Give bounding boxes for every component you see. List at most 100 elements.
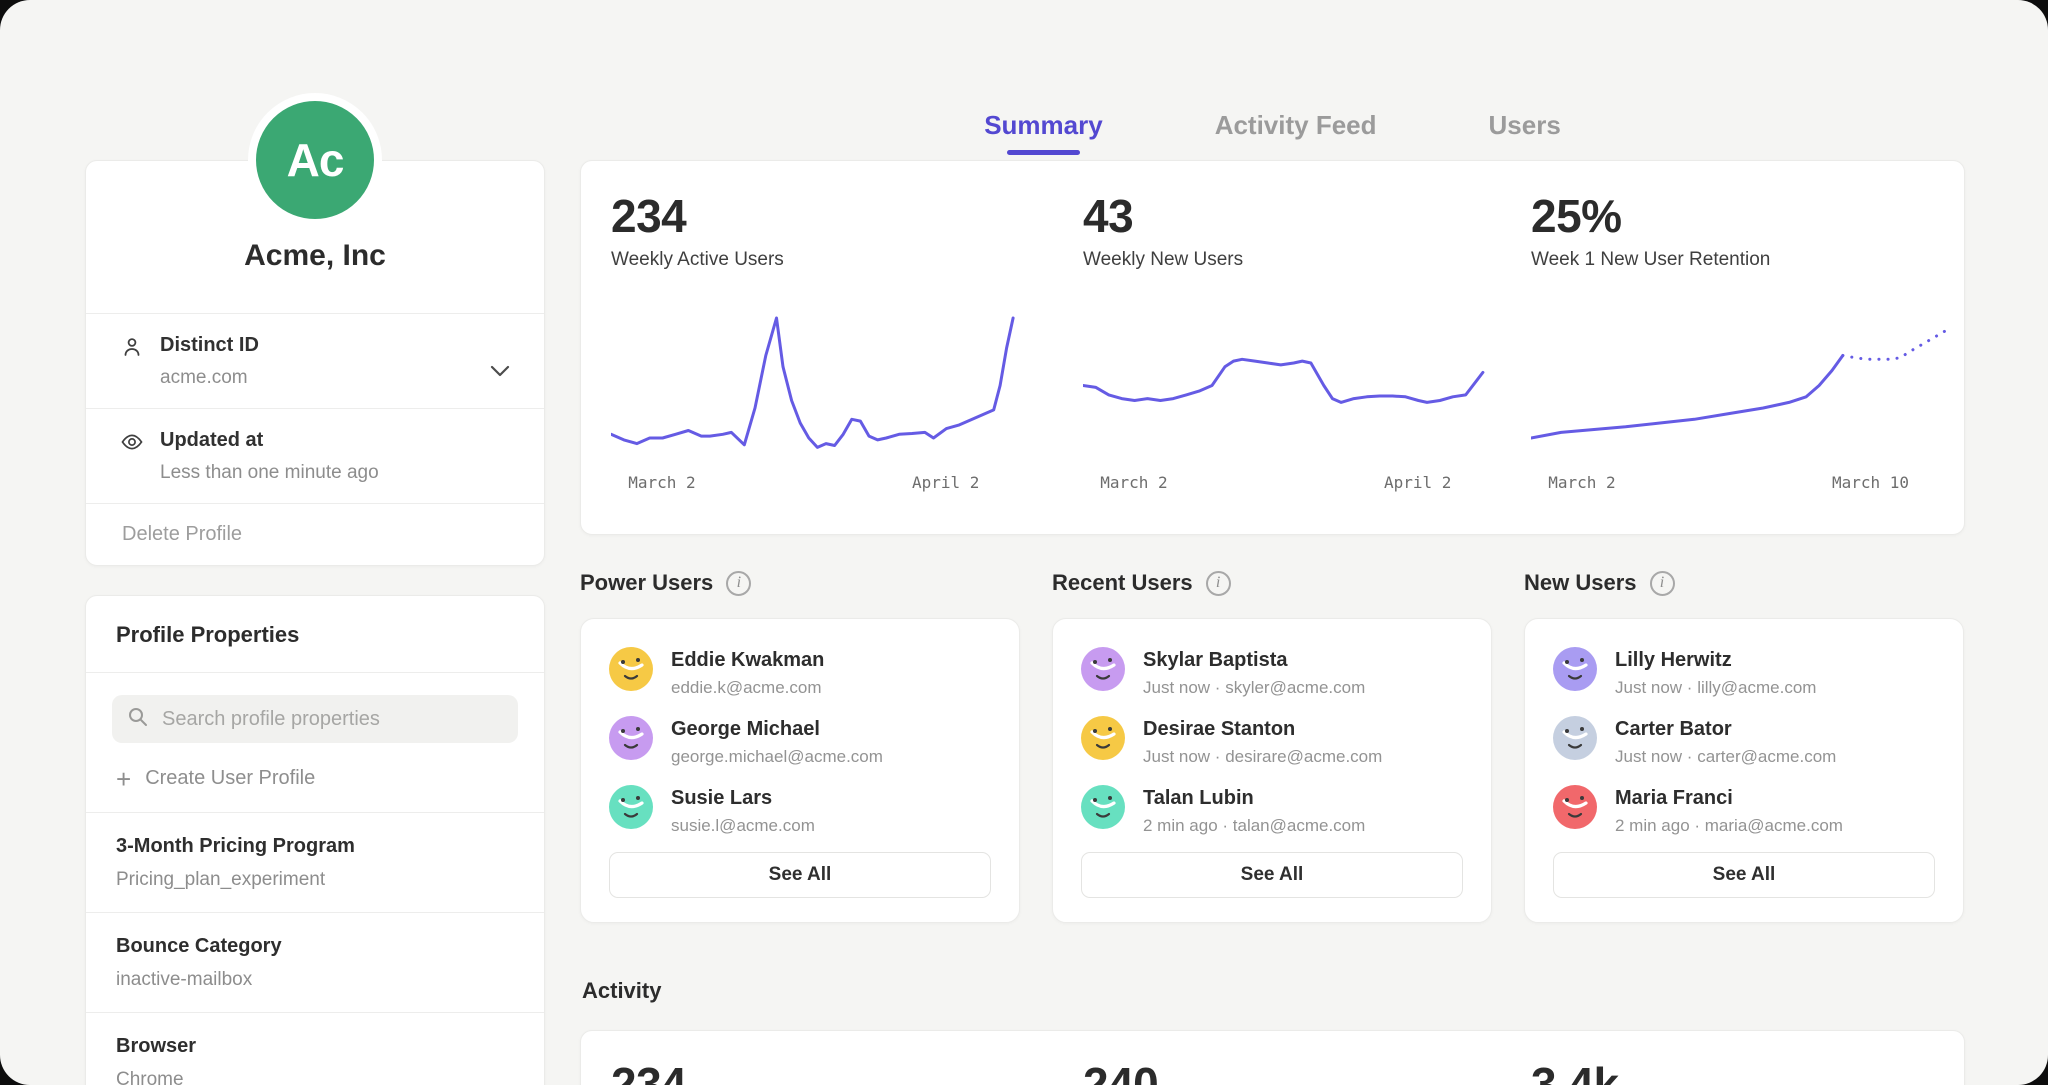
section-title: New Users [1524,570,1637,596]
tab-users[interactable]: Users [1489,110,1561,155]
user-list-card: Eddie Kwakman eddie.k@acme.com George Mi… [580,618,1020,923]
section-header: New Users i [1524,570,1964,596]
stat-value: 25% [1531,191,1961,241]
user-name: Talan Lubin [1143,785,1365,811]
tab-activity-feed[interactable]: Activity Feed [1215,110,1377,155]
activity-stat-value: 3.4k [1531,1059,1619,1085]
user-avatar [609,785,653,829]
user-avatar [1553,716,1597,760]
user-row[interactable]: Lilly Herwitz Just now · lilly@acme.com [1553,647,1935,699]
create-user-profile-label: Create User Profile [145,767,315,790]
section-header: Recent Users i [1052,570,1492,596]
property-label: Bounce Category [116,932,514,960]
section-power-users: Power Users i Eddie Kwakman eddie.k@acme… [580,570,1020,923]
plus-icon: + [116,768,131,790]
stat-value: 43 [1083,191,1513,241]
user-row[interactable]: George Michael george.michael@acme.com [609,716,991,768]
user-row[interactable]: Maria Franci 2 min ago · maria@acme.com [1553,785,1935,837]
see-all-button[interactable]: See All [1081,852,1463,898]
user-name: Susie Lars [671,785,815,811]
property-item[interactable]: Bounce Category inactive-mailbox [86,912,544,1012]
user-name: Desirae Stanton [1143,716,1382,742]
stat-value: 234 [611,191,1041,241]
section-recent-users: Recent Users i Skylar Baptista Just now … [1052,570,1492,923]
section-title: Power Users [580,570,713,596]
search-icon [126,705,150,734]
user-name: Maria Franci [1615,785,1843,811]
profile-properties-title: Profile Properties [86,596,544,672]
x-tick: April 2 [912,473,979,492]
delete-profile-button[interactable]: Delete Profile [86,503,544,565]
info-icon[interactable]: i [726,571,751,596]
user-subtext: Just now · desirare@acme.com [1143,746,1382,768]
field-value: Less than one minute ago [160,460,508,486]
x-axis-ticks: March 2 April 2 [1083,473,1513,499]
user-subtext: george.michael@acme.com [671,746,883,768]
see-all-button[interactable]: See All [1553,852,1935,898]
user-row[interactable]: Talan Lubin 2 min ago · talan@acme.com [1081,785,1463,837]
x-axis-ticks: March 2 March 10 [1531,473,1961,499]
person-icon [120,335,144,359]
user-subtext: Just now · carter@acme.com [1615,746,1836,768]
field-label: Distinct ID [160,331,508,359]
see-all-button[interactable]: See All [609,852,991,898]
app-frame: Ac Acme, Inc Distinct ID acme.com [0,0,2048,1085]
activity-card: 234 240 3.4k [580,1030,1965,1085]
section-header: Power Users i [580,570,1020,596]
distinct-id-row[interactable]: Distinct ID acme.com [86,313,544,408]
profile-card: Ac Acme, Inc Distinct ID acme.com [85,160,545,566]
user-name: Carter Bator [1615,716,1836,742]
x-tick: March 2 [628,473,695,492]
property-value: Pricing_plan_experiment [116,867,514,893]
user-name: Skylar Baptista [1143,647,1365,673]
stat-weekly-active-users: 234 Weekly Active Users March 2 April 2 [611,191,1041,499]
property-value: Chrome [116,1067,514,1085]
week1-retention-chart [1531,303,1961,453]
eye-icon [120,430,144,454]
user-name: Eddie Kwakman [671,647,824,673]
user-avatar [609,716,653,760]
user-avatar [609,647,653,691]
user-subtext: susie.l@acme.com [671,815,815,837]
stat-label: Weekly New Users [1083,249,1513,271]
user-row[interactable]: Carter Bator Just now · carter@acme.com [1553,716,1935,768]
tab-summary[interactable]: Summary [984,110,1103,155]
section-new-users: New Users i Lilly Herwitz Just now · lil… [1524,570,1964,923]
user-row[interactable]: Desirae Stanton Just now · desirare@acme… [1081,716,1463,768]
search-input[interactable] [160,707,504,732]
section-title: Recent Users [1052,570,1193,596]
user-subtext: Just now · lilly@acme.com [1615,677,1816,699]
user-row[interactable]: Susie Lars susie.l@acme.com [609,785,991,837]
field-label: Updated at [160,426,508,454]
activity-title: Activity [582,978,661,1004]
property-item[interactable]: 3-Month Pricing Program Pricing_plan_exp… [86,812,544,912]
user-row[interactable]: Eddie Kwakman eddie.k@acme.com [609,647,991,699]
user-subtext: 2 min ago · talan@acme.com [1143,815,1365,837]
info-icon[interactable]: i [1206,571,1231,596]
x-tick: March 2 [1100,473,1167,492]
user-subtext: Just now · skyler@acme.com [1143,677,1365,699]
stat-week1-retention: 25% Week 1 New User Retention March 2 Ma… [1531,191,1961,499]
tab-bar: Summary Activity Feed Users [580,110,1965,155]
search-box[interactable] [112,695,518,743]
weekly-new-users-chart [1083,303,1513,453]
property-value: inactive-mailbox [116,967,514,993]
stat-label: Weekly Active Users [611,249,1041,271]
summary-card: 234 Weekly Active Users March 2 April 2 … [580,160,1965,535]
user-avatar [1081,716,1125,760]
x-tick: March 2 [1548,473,1615,492]
property-item[interactable]: Browser Chrome [86,1012,544,1085]
user-avatar [1553,785,1597,829]
activity-stat-value: 240 [1083,1059,1158,1085]
x-tick: April 2 [1384,473,1451,492]
profile-properties-card: Profile Properties + Create User Profile… [85,595,545,1085]
property-label: 3-Month Pricing Program [116,832,514,860]
user-list-card: Lilly Herwitz Just now · lilly@acme.com … [1524,618,1964,923]
info-icon[interactable]: i [1650,571,1675,596]
updated-at-row: Updated at Less than one minute ago [86,408,544,503]
chevron-down-icon[interactable] [490,364,510,376]
user-row[interactable]: Skylar Baptista Just now · skyler@acme.c… [1081,647,1463,699]
weekly-active-users-chart [611,303,1041,453]
create-user-profile-button[interactable]: + Create User Profile [86,745,544,812]
x-axis-ticks: March 2 April 2 [611,473,1041,499]
